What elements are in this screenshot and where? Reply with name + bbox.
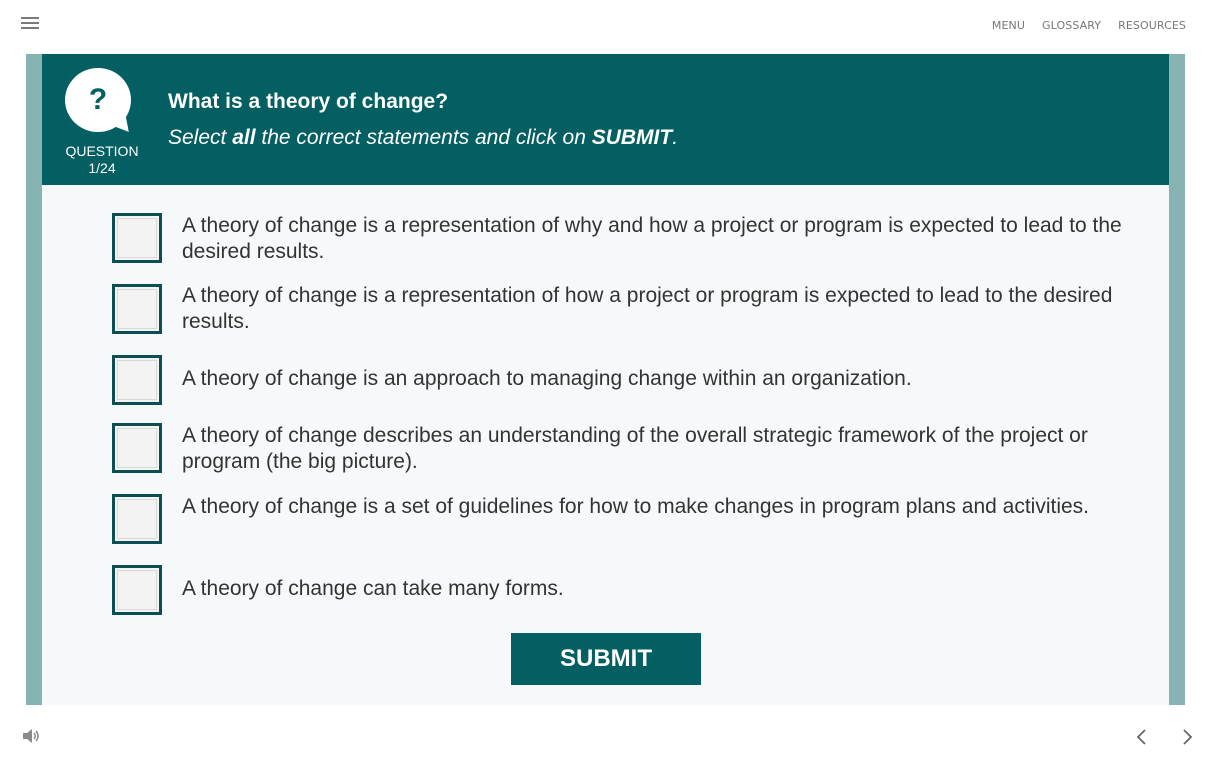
answer-text-1: A theory of change is a representation o… bbox=[182, 214, 1122, 263]
question-title: What is a theory of change? bbox=[168, 90, 449, 113]
answer-checkbox-6[interactable] bbox=[112, 565, 162, 615]
answer-text-5: A theory of change is a set of guideline… bbox=[182, 495, 1090, 518]
question-counter: QUESTION 1/24 bbox=[52, 143, 152, 177]
answer-option-1[interactable]: A theory of change is a representation o… bbox=[112, 212, 1132, 267]
answer-text-3: A theory of change is an approach to man… bbox=[182, 367, 912, 390]
answer-option-3[interactable]: A theory of change is an approach to man… bbox=[112, 354, 1132, 405]
question-label: QUESTION bbox=[65, 143, 139, 159]
answer-checkbox-1[interactable] bbox=[112, 213, 162, 263]
answer-text-4: A theory of change describes an understa… bbox=[182, 424, 1088, 473]
submit-button[interactable]: SUBMIT bbox=[511, 633, 701, 685]
answer-checkbox-5[interactable] bbox=[112, 494, 162, 544]
answer-text-2: A theory of change is a representation o… bbox=[182, 284, 1113, 333]
answer-area: A theory of change is a representation o… bbox=[42, 185, 1169, 705]
answer-checkbox-2[interactable] bbox=[112, 284, 162, 334]
question-header: ? QUESTION 1/24 What is a theory of chan… bbox=[42, 54, 1169, 185]
question-bubble-icon: ? bbox=[65, 68, 137, 139]
resources-link[interactable]: RESOURCES bbox=[1118, 19, 1186, 32]
question-instruction: Select all the correct statements and cl… bbox=[168, 126, 679, 149]
chevron-left-icon[interactable] bbox=[1135, 727, 1149, 747]
question-number: 1/24 bbox=[88, 160, 116, 176]
answer-option-6[interactable]: A theory of change can take many forms. bbox=[112, 564, 1132, 615]
answer-option-5[interactable]: A theory of change is a set of guideline… bbox=[112, 493, 1132, 548]
glossary-link[interactable]: GLOSSARY bbox=[1042, 19, 1101, 32]
answer-checkbox-3[interactable] bbox=[112, 355, 162, 405]
top-navigation: MENU GLOSSARY RESOURCES bbox=[992, 19, 1186, 32]
answer-checkbox-4[interactable] bbox=[112, 423, 162, 473]
speaker-icon[interactable] bbox=[22, 729, 40, 743]
answer-option-4[interactable]: A theory of change describes an understa… bbox=[112, 422, 1132, 477]
question-mark-glyph: ? bbox=[88, 83, 108, 116]
chevron-right-icon[interactable] bbox=[1180, 727, 1194, 747]
hamburger-menu-icon[interactable] bbox=[21, 17, 39, 29]
answer-option-2[interactable]: A theory of change is a representation o… bbox=[112, 283, 1132, 338]
menu-link[interactable]: MENU bbox=[992, 19, 1025, 32]
answer-text-6: A theory of change can take many forms. bbox=[182, 577, 564, 600]
